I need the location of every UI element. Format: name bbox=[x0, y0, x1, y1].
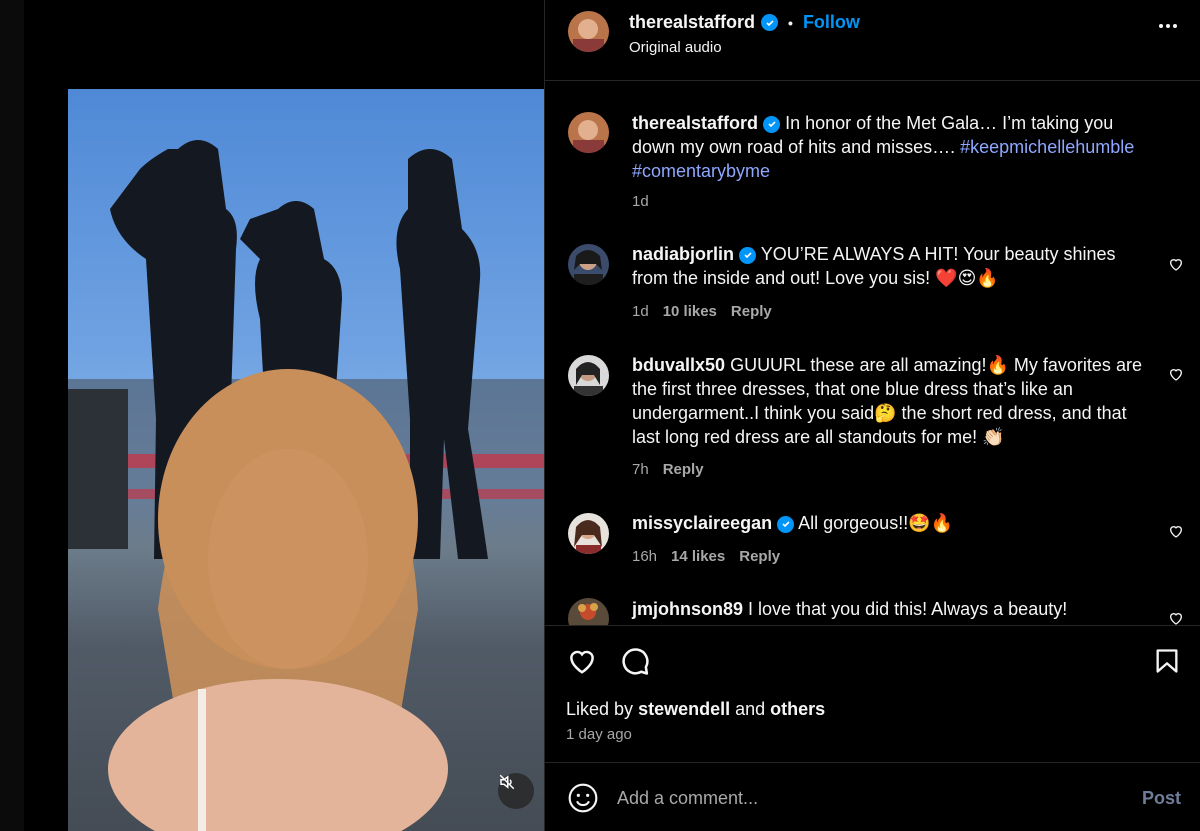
comment-time: 1d bbox=[632, 303, 649, 320]
bookmark-icon[interactable] bbox=[1153, 646, 1181, 676]
comment-item: jmjohnson89 I love that you did this! Al… bbox=[545, 597, 1200, 625]
comment-username[interactable]: jmjohnson89 bbox=[632, 599, 743, 619]
comment-meta: 7h Reply bbox=[632, 461, 704, 478]
comment-username[interactable]: nadiabjorlin bbox=[632, 244, 734, 264]
like-comment-heart-icon[interactable] bbox=[1168, 366, 1184, 382]
commenter-avatar[interactable] bbox=[568, 355, 609, 396]
like-comment-heart-icon[interactable] bbox=[1168, 610, 1184, 625]
more-options-icon[interactable] bbox=[1159, 24, 1177, 28]
reply-button[interactable]: Reply bbox=[731, 303, 772, 320]
speaker-muted-icon bbox=[499, 774, 515, 790]
comment-bubble-icon[interactable] bbox=[619, 646, 651, 676]
reply-button[interactable]: Reply bbox=[739, 548, 780, 565]
verified-icon bbox=[777, 515, 795, 533]
caption-text: therealstafford In honor of the Met Gala… bbox=[632, 111, 1152, 183]
author-line: therealstafford • Follow bbox=[629, 12, 860, 33]
author-avatar[interactable] bbox=[568, 11, 609, 52]
left-gutter bbox=[0, 0, 24, 831]
add-comment-bar: Post bbox=[545, 762, 1200, 831]
post-actions: Liked by stewendell and others 1 day ago bbox=[545, 625, 1200, 762]
commenter-avatar[interactable] bbox=[568, 513, 609, 554]
comment-item: nadiabjorlin YOU’RE ALWAYS A HIT! Your b… bbox=[545, 242, 1200, 332]
like-comment-heart-icon[interactable] bbox=[1168, 256, 1184, 272]
comment-text: jmjohnson89 I love that you did this! Al… bbox=[632, 597, 1152, 621]
liked-by-prefix: Liked by bbox=[566, 699, 634, 719]
mute-button[interactable] bbox=[498, 773, 534, 809]
comment-body: All gorgeous!!🤩🔥 bbox=[798, 513, 954, 533]
post-header: therealstafford • Follow Original audio bbox=[545, 0, 1200, 81]
comment-meta: 1d 10 likes Reply bbox=[632, 303, 772, 320]
verified-icon bbox=[739, 246, 757, 264]
caption-username[interactable]: therealstafford bbox=[632, 113, 758, 133]
comment-meta: 16h 14 likes Reply bbox=[632, 548, 780, 565]
author-avatar[interactable] bbox=[568, 112, 609, 153]
video-frame-illustration bbox=[68, 140, 544, 831]
commenter-avatar[interactable] bbox=[568, 244, 609, 285]
emoji-icon[interactable] bbox=[567, 782, 599, 814]
commenter-avatar[interactable] bbox=[568, 598, 609, 625]
audio-label[interactable]: Original audio bbox=[629, 39, 722, 56]
comment-input[interactable] bbox=[617, 785, 1097, 811]
comment-time: 16h bbox=[632, 548, 658, 565]
hashtag-link[interactable]: #comentarybyme bbox=[632, 161, 770, 181]
comment-item: missyclaireegan All gorgeous!!🤩🔥 16h 14 … bbox=[545, 511, 1200, 581]
post-comment-button[interactable]: Post bbox=[1142, 788, 1181, 809]
comment-body: I love that you did this! Always a beaut… bbox=[748, 599, 1068, 619]
post-panel: therealstafford • Follow Original audio … bbox=[544, 0, 1200, 831]
verified-icon bbox=[761, 14, 779, 31]
comment-text: nadiabjorlin YOU’RE ALWAYS A HIT! Your b… bbox=[632, 242, 1152, 290]
separator-dot: • bbox=[788, 14, 793, 31]
author-username[interactable]: therealstafford bbox=[629, 12, 755, 33]
post-time[interactable]: 1 day ago bbox=[566, 726, 632, 743]
follow-button[interactable]: Follow bbox=[803, 12, 860, 33]
likes-summary: Liked by stewendell and others bbox=[566, 699, 825, 720]
liked-by-user[interactable]: stewendell bbox=[638, 699, 730, 719]
comment-time: 7h bbox=[632, 461, 649, 478]
hashtag-link[interactable]: #keepmichellehumble bbox=[960, 137, 1134, 157]
comment-likes[interactable]: 14 likes bbox=[671, 548, 725, 565]
reel-video[interactable] bbox=[68, 89, 544, 831]
reply-button[interactable]: Reply bbox=[663, 461, 704, 478]
caption-time: 1d bbox=[632, 193, 649, 210]
comment-username[interactable]: missyclaireegan bbox=[632, 513, 772, 533]
caption: therealstafford In honor of the Met Gala… bbox=[545, 111, 1200, 211]
liked-by-others[interactable]: others bbox=[770, 699, 825, 719]
comment-text: bduvallx50 GUUURL these are all amazing!… bbox=[632, 353, 1152, 449]
comment-likes[interactable]: 10 likes bbox=[663, 303, 717, 320]
like-comment-heart-icon[interactable] bbox=[1168, 523, 1184, 539]
comments-list[interactable]: therealstafford In honor of the Met Gala… bbox=[545, 82, 1200, 625]
caption-meta: 1d bbox=[632, 193, 649, 210]
comment-text: missyclaireegan All gorgeous!!🤩🔥 bbox=[632, 511, 1152, 535]
like-heart-icon[interactable] bbox=[566, 646, 598, 676]
verified-icon bbox=[763, 115, 781, 133]
comment-item: bduvallx50 GUUURL these are all amazing!… bbox=[545, 353, 1200, 493]
liked-by-and: and bbox=[735, 699, 766, 719]
comment-username[interactable]: bduvallx50 bbox=[632, 355, 725, 375]
media-area bbox=[24, 0, 544, 831]
